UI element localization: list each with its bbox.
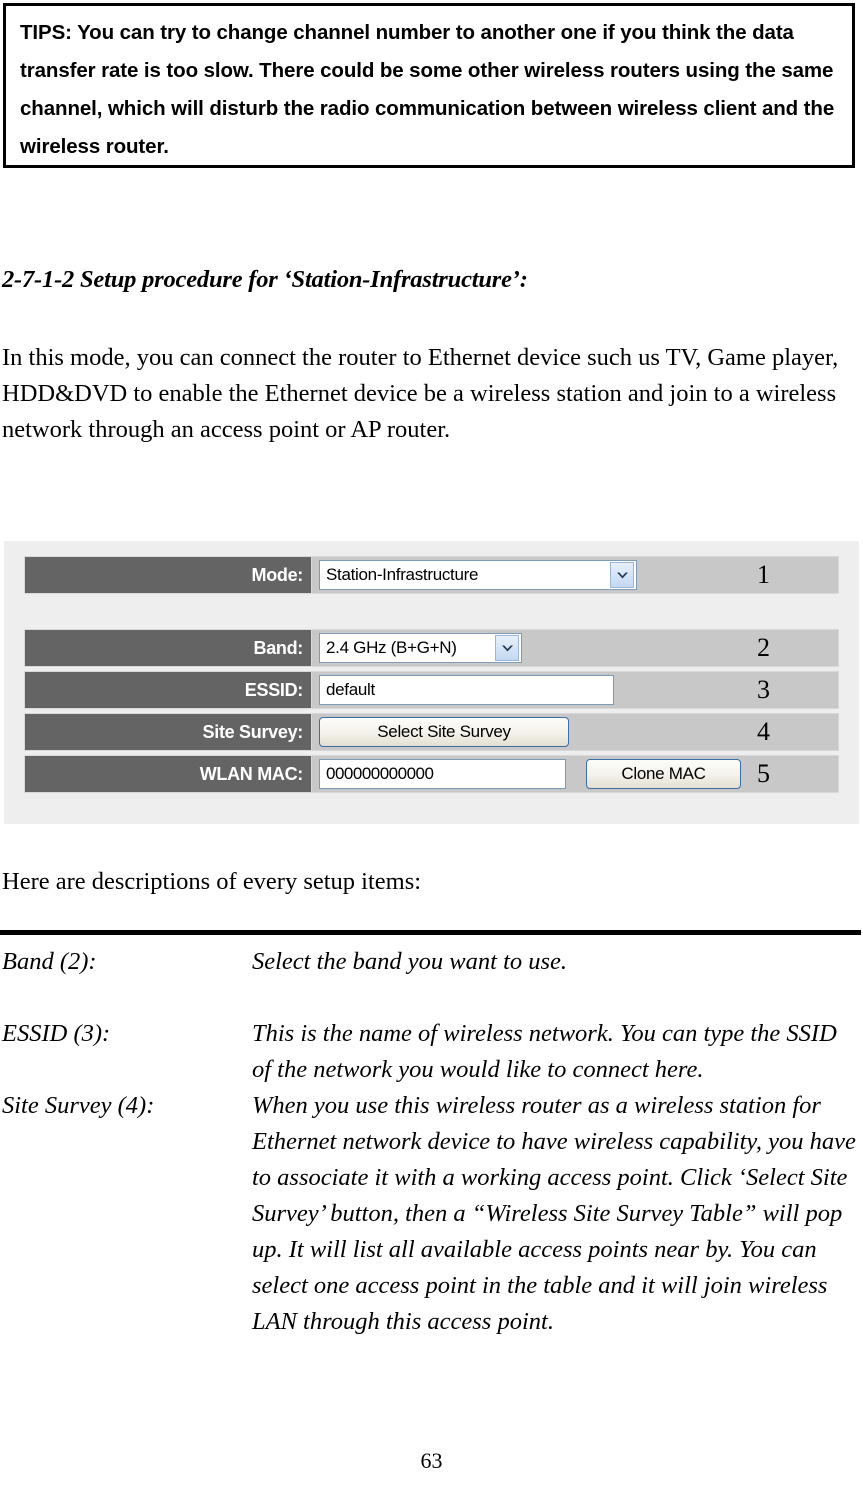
router-config-figure: Mode: Station-Infrastructure 1 Band: 2.4… xyxy=(4,541,859,824)
site-survey-value-cell: Select Site Survey 4 xyxy=(312,713,839,751)
horizontal-divider xyxy=(0,930,861,935)
config-row-wlan-mac: WLAN MAC: 000000000000 Clone MAC 5 xyxy=(24,755,839,793)
definition-desc-essid: This is the name of wireless network. Yo… xyxy=(252,1020,837,1083)
config-row-band: Band: 2.4 GHz (B+G+N) 2 xyxy=(24,629,839,667)
select-site-survey-button[interactable]: Select Site Survey xyxy=(319,717,569,747)
chevron-down-icon[interactable] xyxy=(495,635,519,661)
callout-number-2: 2 xyxy=(757,633,770,662)
mode-select-value: Station-Infrastructure xyxy=(326,565,479,584)
wlan-mac-input[interactable]: 000000000000 xyxy=(319,759,566,789)
callout-number-5: 5 xyxy=(757,759,770,788)
essid-label: ESSID: xyxy=(24,671,312,709)
intro-paragraph: In this mode, you can connect the router… xyxy=(2,344,839,443)
definition-spacer xyxy=(2,980,860,1016)
chevron-down-icon[interactable] xyxy=(610,562,634,588)
mode-label: Mode: xyxy=(24,556,312,594)
config-row-essid: ESSID: default 3 xyxy=(24,671,839,709)
site-survey-label: Site Survey: xyxy=(24,713,312,751)
config-row-mode: Mode: Station-Infrastructure 1 xyxy=(24,556,839,594)
essid-input[interactable]: default xyxy=(319,675,614,705)
callout-number-1: 1 xyxy=(757,560,770,589)
band-value-cell: 2.4 GHz (B+G+N) 2 xyxy=(312,629,839,667)
tips-callout-box: TIPS: You can try to change channel numb… xyxy=(3,3,855,168)
page-number: 63 xyxy=(420,1448,443,1473)
definition-term-band: Band (2): xyxy=(2,948,97,975)
definition-desc-site-survey: When you use this wireless router as a w… xyxy=(252,1092,856,1335)
descriptions-intro: Here are descriptions of every setup ite… xyxy=(2,868,422,895)
band-label: Band: xyxy=(24,629,312,667)
band-select-value: 2.4 GHz (B+G+N) xyxy=(326,638,457,657)
wlan-mac-label: WLAN MAC: xyxy=(24,755,312,793)
definition-term-essid: ESSID (3): xyxy=(2,1020,111,1047)
callout-number-4: 4 xyxy=(757,717,770,746)
definition-desc-band: Select the band you want to use. xyxy=(252,948,568,975)
clone-mac-button[interactable]: Clone MAC xyxy=(586,759,741,789)
tips-callout-text: TIPS: You can try to change channel numb… xyxy=(20,21,835,158)
section-heading: 2-7-1-2 Setup procedure for ‘Station-Inf… xyxy=(2,266,528,293)
callout-number-3: 3 xyxy=(757,675,770,704)
definition-row-band: Band (2): Select the band you want to us… xyxy=(2,944,860,980)
band-select[interactable]: 2.4 GHz (B+G+N) xyxy=(319,633,522,663)
mode-select[interactable]: Station-Infrastructure xyxy=(319,560,637,590)
definition-term-site-survey: Site Survey (4): xyxy=(2,1092,155,1119)
mode-value-cell: Station-Infrastructure 1 xyxy=(312,556,839,594)
config-row-site-survey: Site Survey: Select Site Survey 4 xyxy=(24,713,839,751)
setup-item-descriptions: Band (2): Select the band you want to us… xyxy=(2,944,860,1340)
essid-value-cell: default 3 xyxy=(312,671,839,709)
definition-row-essid: ESSID (3): This is the name of wireless … xyxy=(2,1016,860,1088)
definition-row-site-survey: Site Survey (4): When you use this wirel… xyxy=(2,1088,860,1340)
wlan-mac-value-cell: 000000000000 Clone MAC 5 xyxy=(312,755,839,793)
